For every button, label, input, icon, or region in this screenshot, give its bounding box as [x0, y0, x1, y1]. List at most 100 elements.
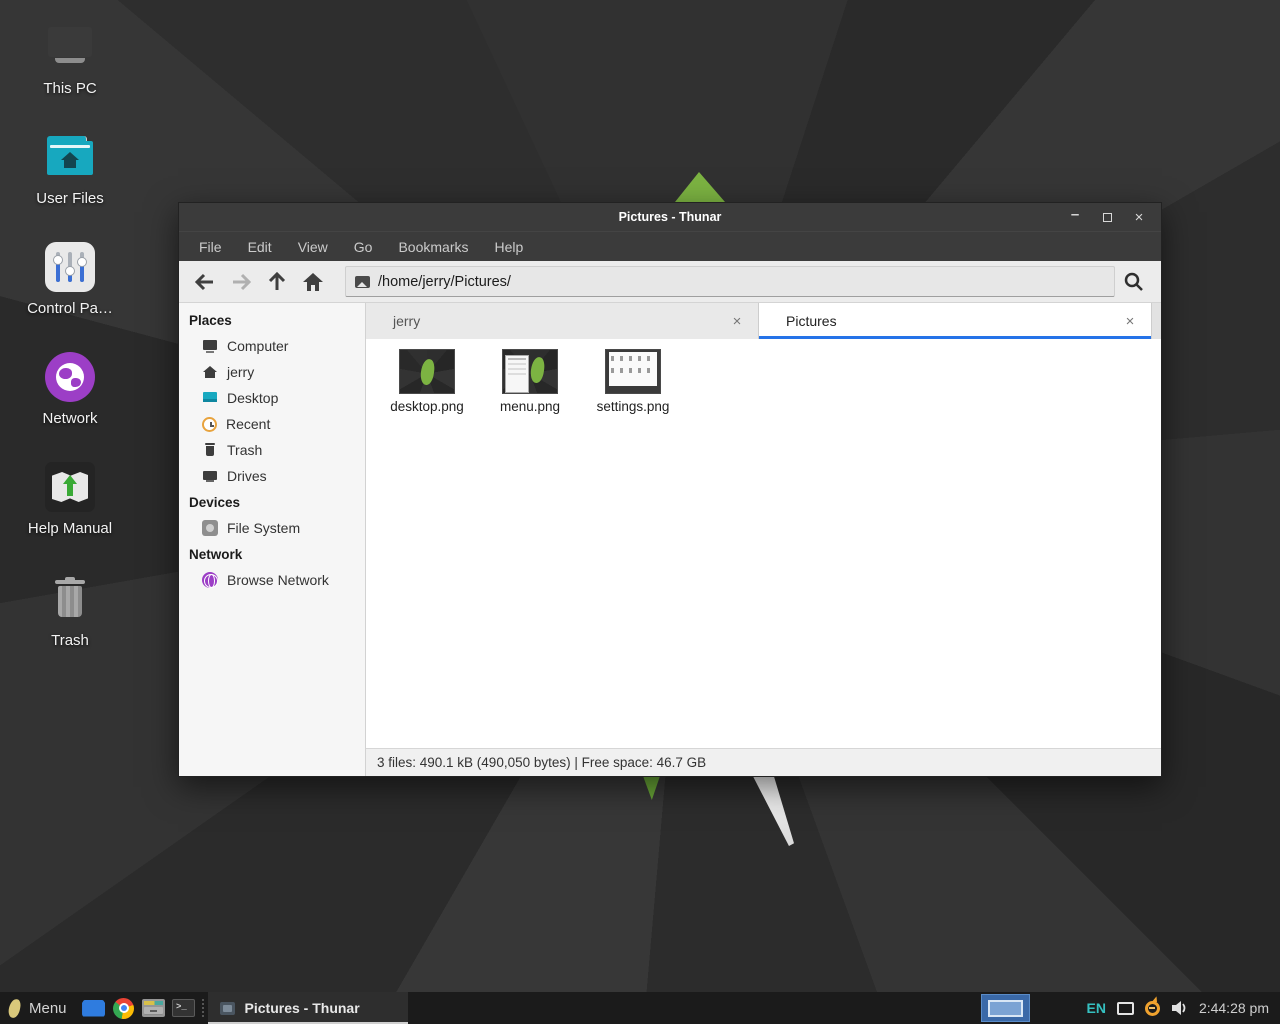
- network-globe-icon: [202, 572, 218, 588]
- close-icon: ×: [1135, 209, 1144, 226]
- desktop-icon-label: Trash: [51, 632, 89, 649]
- menu-go[interactable]: Go: [354, 239, 373, 255]
- file-item-menu-png[interactable]: menu.png: [482, 349, 578, 414]
- search-button[interactable]: [1115, 265, 1153, 299]
- maximize-button[interactable]: [1091, 203, 1123, 231]
- clock[interactable]: 2:44:28 pm: [1199, 1000, 1269, 1016]
- tab-jerry[interactable]: jerry ×: [366, 303, 759, 339]
- menu-button[interactable]: Menu: [0, 992, 79, 1024]
- path-bar[interactable]: /home/jerry/Pictures/: [345, 266, 1115, 297]
- chrome-icon: [113, 998, 134, 1019]
- sidebar-item-computer[interactable]: Computer: [179, 333, 365, 359]
- forward-button[interactable]: [223, 265, 259, 299]
- thumbnail-menu-png: [502, 349, 558, 394]
- control-panel-icon: [45, 242, 95, 292]
- sidebar-header-network: Network: [179, 541, 365, 567]
- tab-bar: jerry × Pictures ×: [366, 303, 1161, 339]
- thumbnail-settings-png: [605, 349, 661, 394]
- window-controls: – ×: [1059, 203, 1155, 231]
- desktop-icon-user-files[interactable]: User Files: [10, 132, 130, 207]
- desktop-panel-icon: [82, 1000, 105, 1017]
- file-name: settings.png: [597, 399, 670, 414]
- up-arrow-icon: [267, 271, 287, 293]
- terminal-launcher[interactable]: >_: [169, 992, 199, 1024]
- thumbnail-desktop-png: [399, 349, 455, 394]
- home-button[interactable]: [295, 265, 331, 299]
- terminal-icon: >_: [172, 999, 195, 1017]
- desktop-icon-label: User Files: [36, 190, 104, 207]
- show-desktop-launcher[interactable]: [79, 992, 109, 1024]
- sidebar-item-desktop[interactable]: Desktop: [179, 385, 365, 411]
- back-arrow-icon: [194, 272, 216, 292]
- update-manager-icon[interactable]: [1145, 1001, 1160, 1016]
- menu-file[interactable]: File: [199, 239, 222, 255]
- filesystem-drive-icon: [202, 520, 218, 536]
- sidebar-header-devices: Devices: [179, 489, 365, 515]
- window-body: Places Computer jerry Desktop Recent Tra…: [179, 303, 1161, 776]
- back-button[interactable]: [187, 265, 223, 299]
- sidebar-item-label: Computer: [227, 338, 288, 354]
- sidebar-item-trash[interactable]: Trash: [179, 437, 365, 463]
- manual-map-icon: [45, 462, 95, 512]
- tab-close-icon[interactable]: ×: [1121, 313, 1139, 330]
- trash-can-icon: [45, 574, 95, 624]
- sidebar-header-places: Places: [179, 307, 365, 333]
- workspace-1[interactable]: [988, 1000, 1023, 1017]
- status-text: 3 files: 490.1 kB (490,050 bytes) | Free…: [377, 755, 706, 770]
- file-drawer-icon: [142, 999, 165, 1017]
- desktop-icon-help-manual[interactable]: Help Manual: [10, 462, 130, 537]
- home-icon: [302, 272, 324, 292]
- home-icon: [202, 364, 218, 380]
- titlebar[interactable]: Pictures - Thunar – ×: [179, 203, 1161, 231]
- sidebar-item-label: Desktop: [227, 390, 278, 406]
- keyboard-layout-indicator[interactable]: EN: [1086, 1000, 1105, 1016]
- file-item-desktop-png[interactable]: desktop.png: [379, 349, 475, 414]
- file-manager-launcher[interactable]: [139, 992, 169, 1024]
- forward-arrow-icon: [230, 272, 252, 292]
- menubar: File Edit View Go Bookmarks Help: [179, 231, 1161, 261]
- desktop-icon-label: Help Manual: [28, 520, 112, 537]
- volume-icon[interactable]: [1171, 1000, 1188, 1016]
- menu-edit[interactable]: Edit: [248, 239, 272, 255]
- status-bar: 3 files: 490.1 kB (490,050 bytes) | Free…: [366, 748, 1161, 776]
- tab-label: jerry: [393, 313, 728, 329]
- file-list: desktop.png menu.png settings.png: [366, 339, 1161, 748]
- chrome-launcher[interactable]: [109, 992, 139, 1024]
- thunar-window-icon: [220, 1002, 235, 1015]
- sidebar-item-label: Recent: [226, 416, 270, 432]
- desktop-icon-network[interactable]: Network: [10, 352, 130, 427]
- tab-close-icon[interactable]: ×: [728, 313, 746, 330]
- file-pane: jerry × Pictures × desktop.png menu.png: [366, 303, 1161, 776]
- file-item-settings-png[interactable]: settings.png: [585, 349, 681, 414]
- menu-help[interactable]: Help: [495, 239, 524, 255]
- sidebar-item-jerry[interactable]: jerry: [179, 359, 365, 385]
- workspace-switcher[interactable]: [981, 994, 1030, 1022]
- sidebar-item-file-system[interactable]: File System: [179, 515, 365, 541]
- search-icon: [1123, 271, 1145, 293]
- sidebar-item-recent[interactable]: Recent: [179, 411, 365, 437]
- up-button[interactable]: [259, 265, 295, 299]
- minimize-button[interactable]: –: [1059, 203, 1091, 231]
- desktop-icon-trash[interactable]: Trash: [10, 574, 130, 649]
- path-text: /home/jerry/Pictures/: [378, 274, 511, 290]
- menu-bookmarks[interactable]: Bookmarks: [398, 239, 468, 255]
- desktop-display-icon: [202, 390, 218, 406]
- desktop-icon-this-pc[interactable]: This PC: [10, 22, 130, 97]
- clock-icon: [202, 417, 217, 432]
- menu-view[interactable]: View: [298, 239, 328, 255]
- wallpaper-white-streak: [752, 776, 794, 846]
- computer-icon: [202, 338, 218, 354]
- laptop-icon: [45, 22, 95, 72]
- window-title: Pictures - Thunar: [619, 210, 722, 224]
- sidebar-item-label: Trash: [227, 442, 262, 458]
- file-name: menu.png: [500, 399, 560, 414]
- tab-pictures[interactable]: Pictures ×: [759, 303, 1152, 339]
- file-name: desktop.png: [390, 399, 464, 414]
- desktop-icon-control-panel[interactable]: Control Pa…: [10, 242, 130, 317]
- sidebar-item-browse-network[interactable]: Browse Network: [179, 567, 365, 593]
- taskbar-window-button[interactable]: Pictures - Thunar: [208, 992, 408, 1024]
- close-button[interactable]: ×: [1123, 203, 1155, 231]
- sidebar-item-label: Drives: [227, 468, 267, 484]
- display-tray-icon[interactable]: [1117, 1002, 1134, 1015]
- sidebar-item-drives[interactable]: Drives: [179, 463, 365, 489]
